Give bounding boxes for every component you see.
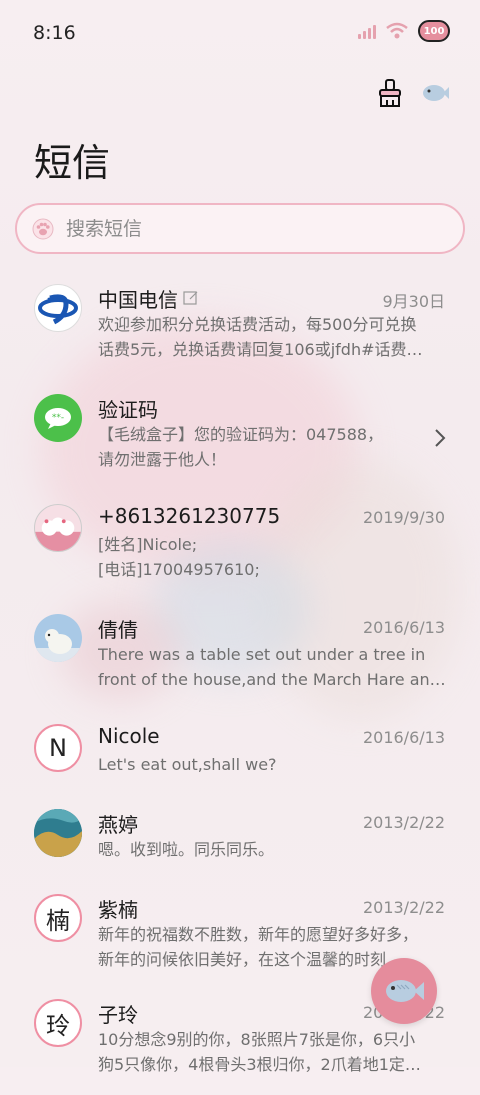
message-icon: **- — [34, 394, 82, 442]
contact-name: 子玲 — [98, 1003, 138, 1027]
wifi-icon — [386, 22, 408, 39]
message-date: 2016/6/13 — [362, 728, 445, 747]
search-input[interactable] — [64, 216, 448, 241]
message-date: 2013/2/22 — [362, 898, 445, 917]
more-fish-icon[interactable] — [422, 78, 450, 108]
message-date: 2019/9/30 — [362, 508, 445, 527]
list-item[interactable]: 倩倩 2016/6/13 There was a table set out u… — [0, 600, 480, 710]
list-item[interactable]: 中国电信 9月30日 欢迎参加积分兑换话费活动，每500分可兑换 话费5元，兑换… — [0, 270, 480, 380]
list-item[interactable]: **- 验证码 【毛绒盒子】您的验证码为：047588， 请勿泄露于他人！ — [0, 380, 480, 490]
avatar-letter: 楠 — [34, 894, 82, 942]
message-preview: [姓名]Nicole; [电话]17004957610; — [98, 535, 260, 579]
contact-name: Nicole — [98, 724, 160, 748]
list-item[interactable]: +8613261230775 2019/9/30 [姓名]Nicole; [电话… — [0, 490, 480, 600]
status-time: 8:16 — [33, 22, 76, 44]
message-preview: 嗯。收到啦。同乐同乐。 — [98, 840, 275, 859]
contact-name: 中国电信 — [98, 288, 178, 312]
contact-name: 燕婷 — [98, 813, 138, 837]
paw-search-icon — [32, 218, 54, 239]
list-item[interactable]: N Nicole 2016/6/13 Let's eat out,shall w… — [0, 710, 480, 795]
message-date: 2016/6/13 — [362, 618, 445, 637]
list-item[interactable]: 燕婷 2013/2/22 嗯。收到啦。同乐同乐。 — [0, 795, 480, 880]
contact-name: 验证码 — [98, 398, 158, 422]
avatar-photo — [34, 809, 82, 857]
message-date: 9月30日 — [382, 292, 445, 311]
contact-name: 紫楠 — [98, 898, 138, 922]
contact-name: 倩倩 — [98, 618, 138, 642]
status-bar: 8:16 100 — [0, 0, 480, 66]
message-preview: 10分想念9别的你，8张照片7张是你，6只小 狗5只像你，4根骨头3根归你，2爪… — [98, 1030, 421, 1074]
status-icons: 100 — [358, 20, 450, 42]
new-message-fish-button[interactable] — [371, 958, 437, 1024]
telecom-logo-icon — [34, 284, 82, 332]
svg-text:**-: **- — [52, 413, 64, 423]
message-preview: There was a table set out under a tree i… — [98, 645, 446, 689]
search-bar[interactable] — [15, 203, 465, 254]
message-preview: 【毛绒盒子】您的验证码为：047588， 请勿泄露于他人！ — [98, 425, 384, 469]
message-preview: 欢迎参加积分兑换话费活动，每500分可兑换 话费5元，兑换话费请回复106或jf… — [98, 315, 423, 359]
clean-brush-icon[interactable] — [376, 78, 404, 108]
chevron-right-icon[interactable] — [434, 428, 446, 448]
avatar-photo — [34, 504, 82, 552]
battery-icon: 100 — [418, 20, 450, 42]
message-date: 2013/2/22 — [362, 813, 445, 832]
avatar-photo — [34, 614, 82, 662]
contact-name: +8613261230775 — [98, 504, 281, 528]
avatar-letter: N — [34, 724, 82, 772]
fish-icon — [386, 980, 424, 1002]
top-actions — [376, 78, 450, 108]
signal-icon — [358, 23, 376, 39]
page-title: 短信 — [34, 141, 111, 185]
edit-icon — [183, 291, 198, 305]
message-preview: Let's eat out,shall we? — [98, 755, 277, 774]
avatar-letter: 玲 — [34, 999, 82, 1047]
